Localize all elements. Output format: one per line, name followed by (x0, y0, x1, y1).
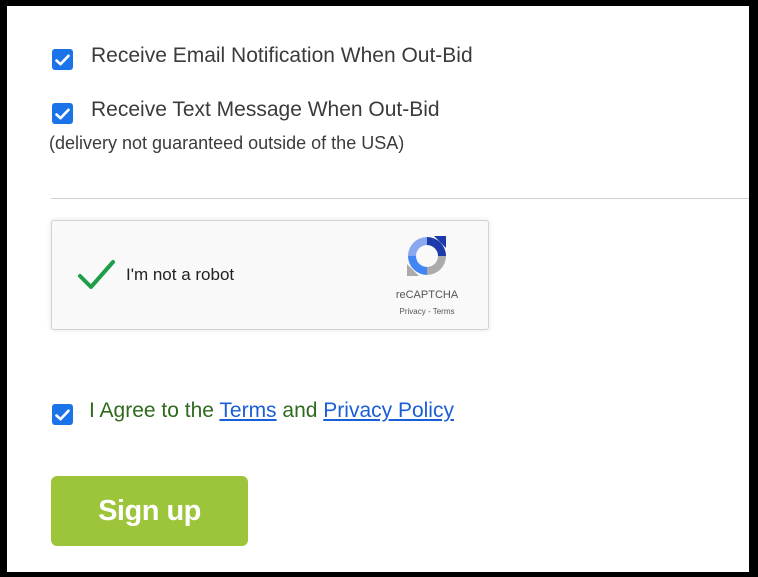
text-notification-label: Receive Text Message When Out-Bid (91, 98, 440, 121)
recaptcha-label: I'm not a robot (126, 265, 235, 284)
check-icon (55, 108, 70, 119)
agree-middle: and (276, 399, 324, 422)
delivery-note: (delivery not guaranteed outside of the … (49, 133, 405, 153)
recaptcha-terms-link[interactable]: Terms (433, 307, 455, 316)
agree-prefix: I Agree to the (89, 399, 220, 422)
recaptcha-privacy-link[interactable]: Privacy (400, 307, 426, 316)
recaptcha-widget[interactable]: I'm not a robot reCAPTCHA Privacy - Term… (51, 220, 489, 330)
text-notification-checkbox[interactable] (52, 103, 73, 124)
divider (51, 198, 749, 199)
email-notification-label: Receive Email Notification When Out-Bid (91, 44, 473, 67)
agree-text: I Agree to the Terms and Privacy Policy (89, 399, 454, 423)
agree-checkbox[interactable] (52, 404, 73, 425)
terms-link[interactable]: Terms (219, 399, 276, 422)
check-icon (55, 409, 70, 420)
sign-up-button[interactable]: Sign up (51, 476, 248, 546)
signup-form-frame: Receive Email Notification When Out-Bid … (7, 6, 749, 572)
recaptcha-logo-icon (407, 236, 446, 276)
recaptcha-links: Privacy - Terms (382, 307, 472, 316)
recaptcha-link-separator: - (425, 307, 433, 316)
recaptcha-brand: reCAPTCHA (395, 289, 459, 301)
check-icon (55, 54, 70, 65)
checkmark-icon[interactable] (76, 257, 116, 293)
email-notification-checkbox[interactable] (52, 49, 73, 70)
privacy-policy-link[interactable]: Privacy Policy (323, 399, 454, 422)
